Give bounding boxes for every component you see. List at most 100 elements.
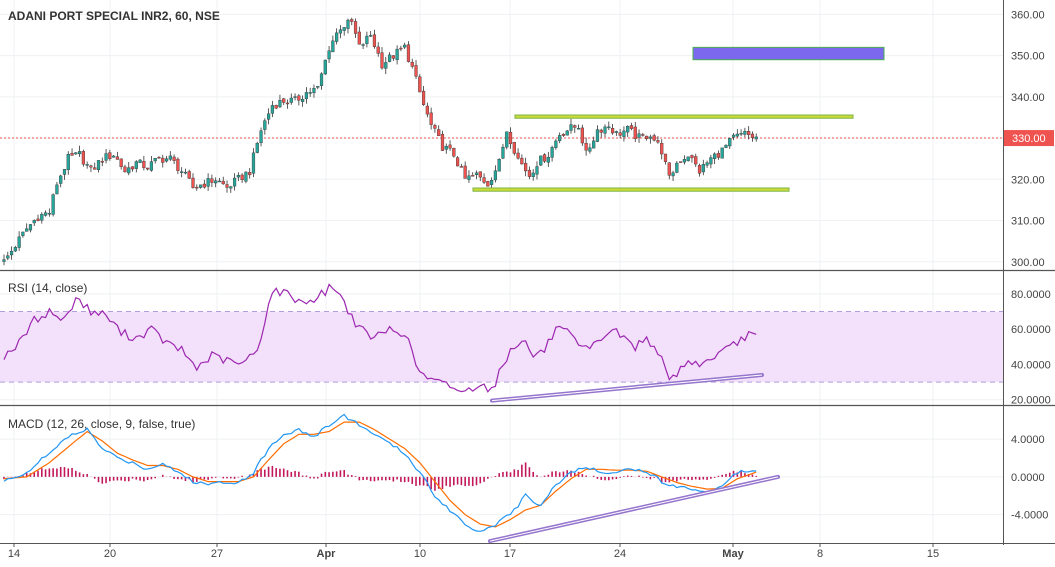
candle[interactable] xyxy=(754,136,758,140)
resistance-line[interactable] xyxy=(514,114,854,119)
candle[interactable] xyxy=(456,157,460,167)
candle[interactable] xyxy=(463,165,467,179)
candle[interactable] xyxy=(524,162,528,172)
candle[interactable] xyxy=(255,143,259,153)
candle[interactable] xyxy=(645,135,649,139)
price-panel[interactable] xyxy=(0,17,1003,266)
candle[interactable] xyxy=(561,133,566,136)
candle[interactable] xyxy=(437,129,441,136)
candle[interactable] xyxy=(580,127,584,144)
candle[interactable] xyxy=(539,155,543,166)
candle[interactable] xyxy=(85,164,89,166)
candle[interactable] xyxy=(59,175,63,184)
candle[interactable] xyxy=(6,255,10,259)
candle[interactable] xyxy=(301,99,305,102)
candle[interactable] xyxy=(478,171,482,178)
candle[interactable] xyxy=(486,181,490,187)
candle[interactable] xyxy=(259,130,263,143)
candle[interactable] xyxy=(32,220,36,224)
candle[interactable] xyxy=(482,177,486,183)
candle[interactable] xyxy=(701,164,705,173)
candle[interactable] xyxy=(584,142,588,151)
candle[interactable] xyxy=(656,140,660,143)
candle[interactable] xyxy=(433,125,437,129)
candle[interactable] xyxy=(244,171,248,182)
candle[interactable] xyxy=(467,175,471,180)
candle[interactable] xyxy=(304,92,308,99)
candle[interactable] xyxy=(414,65,418,77)
candle[interactable] xyxy=(108,152,112,160)
candle[interactable] xyxy=(240,174,244,181)
candle[interactable] xyxy=(667,162,671,176)
candle[interactable] xyxy=(592,140,596,149)
candle[interactable] xyxy=(316,85,320,88)
candle[interactable] xyxy=(217,180,222,183)
candle[interactable] xyxy=(164,158,169,162)
candle[interactable] xyxy=(641,134,645,136)
candle[interactable] xyxy=(229,186,233,189)
candle[interactable] xyxy=(77,151,82,155)
candle[interactable] xyxy=(285,102,290,105)
candle[interactable] xyxy=(750,133,755,138)
macd-panel[interactable] xyxy=(3,413,780,544)
candle[interactable] xyxy=(520,157,524,165)
candle[interactable] xyxy=(338,29,343,34)
target-box[interactable] xyxy=(692,46,885,61)
candle[interactable] xyxy=(607,126,611,129)
candle[interactable] xyxy=(365,35,369,44)
candle[interactable] xyxy=(720,147,724,159)
candle[interactable] xyxy=(66,154,70,171)
candle[interactable] xyxy=(297,95,301,101)
macd-signal-line[interactable] xyxy=(3,421,757,528)
candle[interactable] xyxy=(459,166,463,168)
candle[interactable] xyxy=(236,174,240,178)
candle[interactable] xyxy=(440,133,445,151)
candle[interactable] xyxy=(622,130,626,137)
candle[interactable] xyxy=(637,133,641,138)
candle[interactable] xyxy=(663,153,668,162)
candle[interactable] xyxy=(191,177,195,188)
candle[interactable] xyxy=(274,105,278,109)
candle[interactable] xyxy=(308,92,312,94)
candle[interactable] xyxy=(505,131,509,148)
candle[interactable] xyxy=(380,52,384,69)
candle[interactable] xyxy=(47,212,51,215)
candle[interactable] xyxy=(202,183,206,188)
candle[interactable] xyxy=(731,134,736,138)
candle[interactable] xyxy=(576,127,581,130)
candle[interactable] xyxy=(516,152,520,159)
candle[interactable] xyxy=(425,105,429,115)
candle[interactable] xyxy=(558,135,562,142)
candle[interactable] xyxy=(134,161,138,169)
candle[interactable] xyxy=(9,250,14,256)
candle[interactable] xyxy=(127,167,131,174)
candle[interactable] xyxy=(346,19,350,29)
candle[interactable] xyxy=(248,172,252,176)
candle[interactable] xyxy=(312,88,316,94)
candle[interactable] xyxy=(391,55,395,59)
candle[interactable] xyxy=(406,44,411,62)
candle[interactable] xyxy=(319,73,324,86)
candle[interactable] xyxy=(342,27,346,31)
candle[interactable] xyxy=(323,59,327,75)
candle[interactable] xyxy=(51,194,55,215)
support-line[interactable] xyxy=(472,187,790,192)
candle[interactable] xyxy=(89,165,93,168)
candle[interactable] xyxy=(214,180,218,184)
candle[interactable] xyxy=(104,153,108,161)
candle[interactable] xyxy=(293,96,297,98)
candle[interactable] xyxy=(180,171,184,173)
candle[interactable] xyxy=(198,184,203,188)
candle[interactable] xyxy=(418,76,422,93)
candle[interactable] xyxy=(17,236,21,248)
candle[interactable] xyxy=(444,145,448,150)
candle[interactable] xyxy=(697,165,702,174)
candle[interactable] xyxy=(195,186,199,189)
candle[interactable] xyxy=(399,47,403,50)
candle[interactable] xyxy=(728,138,732,147)
candle[interactable] xyxy=(739,133,743,135)
candle[interactable] xyxy=(690,155,694,159)
candle[interactable] xyxy=(263,120,267,130)
candle[interactable] xyxy=(267,113,271,120)
candle[interactable] xyxy=(25,228,29,232)
